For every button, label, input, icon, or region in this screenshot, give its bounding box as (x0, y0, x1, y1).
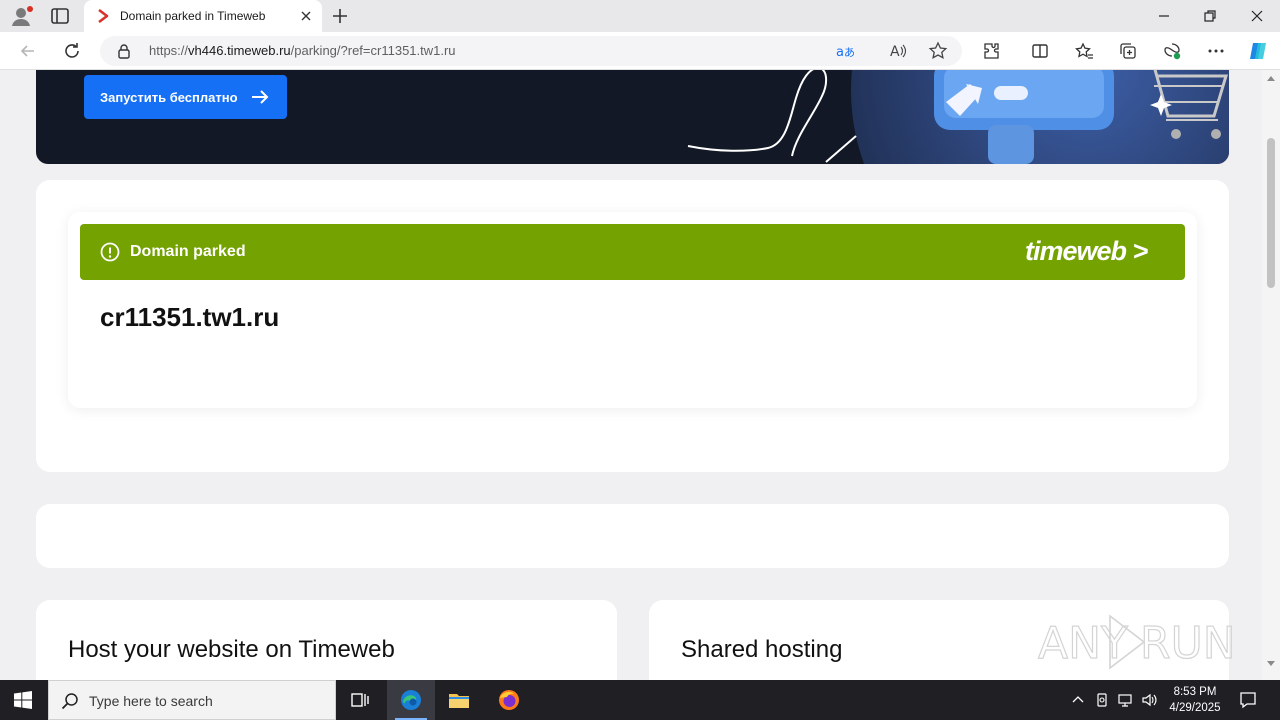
shared-hosting-title: Shared hosting (681, 636, 843, 663)
back-icon[interactable] (18, 41, 38, 61)
taskbar-search-placeholder: Type here to search (89, 693, 213, 709)
windows-start-icon[interactable] (14, 691, 32, 709)
windows-taskbar: Type here to search 8:53 PM 4/29/2025 (0, 680, 1280, 720)
url-text[interactable]: https://vh446.timeweb.ru/parking/?ref=cr… (149, 43, 456, 58)
scrollbar-thumb[interactable] (1267, 138, 1275, 288)
volume-icon[interactable] (1141, 691, 1159, 709)
svg-text:ANY: ANY (1038, 618, 1128, 669)
device-tray-icon[interactable] (1093, 691, 1111, 709)
parking-card: Domain parked timeweb > cr11351.tw1.ru (36, 180, 1229, 472)
launch-free-button[interactable]: Запустить бесплатно (84, 75, 287, 119)
notifications-icon[interactable] (1238, 690, 1258, 710)
domain-parked-bar: Domain parked timeweb > (80, 224, 1185, 280)
show-hidden-icons-icon[interactable] (1069, 691, 1087, 709)
restore-icon[interactable] (1200, 6, 1220, 26)
minimize-icon[interactable] (1154, 6, 1174, 26)
anyrun-watermark-logo: ANY RUN (1037, 614, 1236, 670)
read-aloud-icon[interactable]: A (888, 41, 908, 61)
url-scheme: https:// (149, 43, 189, 58)
file-explorer-taskbar-button[interactable] (435, 680, 483, 720)
favorite-star-icon[interactable] (928, 41, 948, 61)
launch-free-label: Запустить бесплатно (100, 89, 238, 105)
firefox-icon (499, 690, 519, 710)
refresh-icon[interactable] (62, 41, 82, 61)
host-website-title: Host your website on Timeweb (68, 636, 395, 663)
translate-icon[interactable]: a あ (834, 41, 854, 61)
taskbar-clock[interactable]: 8:53 PM 4/29/2025 (1160, 684, 1230, 716)
new-tab-icon[interactable] (330, 6, 350, 26)
scroll-up-icon[interactable] (1266, 74, 1276, 82)
task-view-button[interactable] (336, 680, 384, 720)
edge-browser-icon (401, 690, 421, 710)
svg-text:RUN: RUN (1140, 618, 1236, 669)
scroll-down-icon[interactable] (1266, 660, 1276, 668)
promo-banner: Запустить бесплатно (36, 70, 1229, 164)
favorites-icon[interactable] (1074, 41, 1094, 61)
exclamation-circle-icon (100, 242, 120, 262)
folder-icon (449, 694, 469, 708)
url-host: vh446.timeweb.ru (188, 43, 291, 58)
tab-active[interactable]: Domain parked in Timeweb (84, 0, 322, 32)
url-path: /parking/?ref=cr11351.tw1.ru (290, 43, 456, 58)
firefox-taskbar-button[interactable] (485, 680, 533, 720)
close-window-icon[interactable] (1247, 6, 1267, 26)
tab-title: Domain parked in Timeweb (120, 9, 266, 23)
parking-panel: Domain parked timeweb > cr11351.tw1.ru (68, 212, 1197, 408)
svg-text:a: a (836, 45, 844, 60)
copilot-icon[interactable] (1247, 40, 1269, 62)
edge-taskbar-button[interactable] (387, 680, 435, 720)
more-options-icon[interactable] (1206, 41, 1226, 61)
banner-illustration (687, 70, 1229, 164)
timeweb-logo-text: timeweb > (1025, 236, 1149, 266)
clock-time: 8:53 PM (1173, 686, 1217, 698)
extensions-icon[interactable] (981, 41, 1001, 61)
timeweb-favicon-icon (98, 9, 109, 23)
tab-actions-icon[interactable] (50, 7, 70, 25)
profile-avatar-icon[interactable] (10, 5, 34, 27)
domain-parked-label: Domain parked (130, 243, 246, 260)
page-viewport: Запустить бесплатно Domain parked timewe… (0, 70, 1262, 680)
empty-card (36, 504, 1229, 568)
network-icon[interactable] (1117, 691, 1135, 709)
clock-date: 4/29/2025 (1169, 702, 1221, 714)
address-toolbar: https://vh446.timeweb.ru/parking/?ref=cr… (0, 32, 1280, 70)
parked-domain-name: cr11351.tw1.ru (100, 302, 280, 332)
browser-essentials-icon[interactable] (1162, 41, 1182, 61)
tab-strip: Domain parked in Timeweb (0, 0, 1280, 32)
host-website-card: Host your website on Timeweb (36, 600, 617, 680)
close-tab-icon[interactable] (298, 8, 314, 24)
collections-icon[interactable] (1118, 41, 1138, 61)
svg-text:A: A (890, 44, 900, 60)
search-icon (61, 693, 78, 710)
page-scrollbar[interactable] (1262, 70, 1280, 680)
split-screen-icon[interactable] (1030, 41, 1050, 61)
svg-text:あ: あ (844, 46, 854, 59)
address-bar[interactable]: https://vh446.timeweb.ru/parking/?ref=cr… (100, 36, 962, 66)
timeweb-logo[interactable]: timeweb > (1023, 235, 1165, 269)
task-view-icon (351, 693, 369, 707)
arrow-right-icon (252, 90, 269, 104)
lock-icon[interactable] (116, 43, 132, 59)
taskbar-search-box[interactable]: Type here to search (48, 680, 336, 720)
